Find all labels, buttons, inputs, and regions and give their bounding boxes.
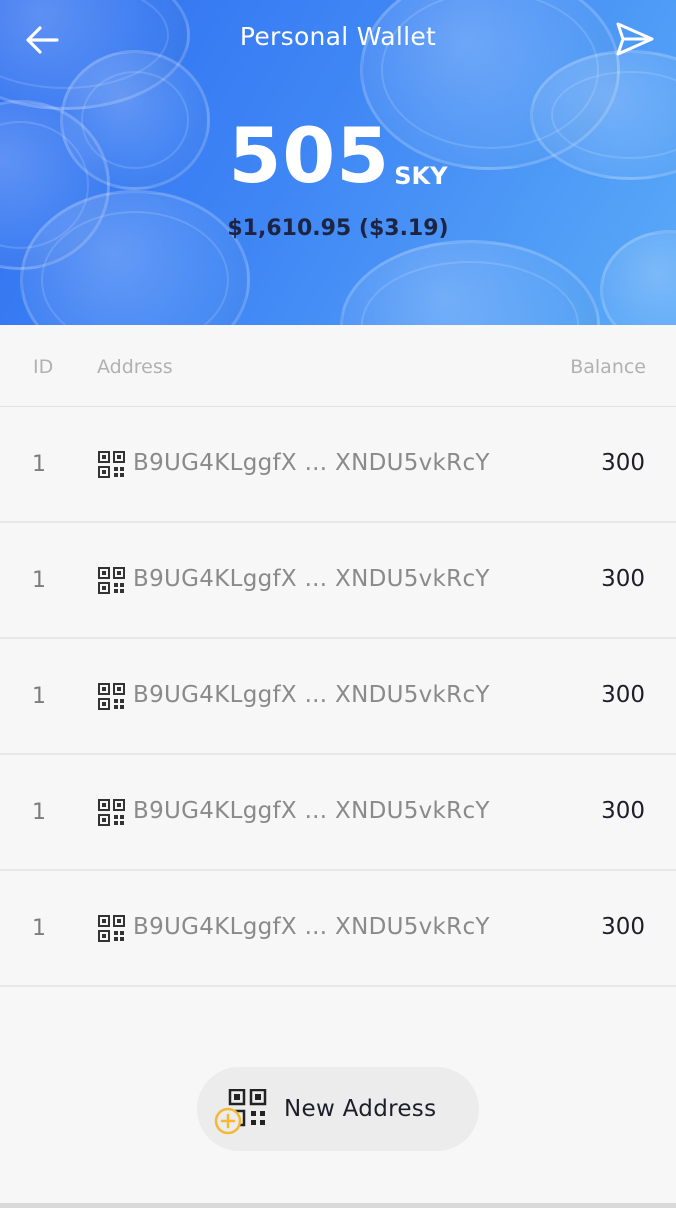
balance-unit: SKY	[394, 162, 448, 190]
new-address-button[interactable]: New Address	[197, 1067, 479, 1151]
balance-display: 505 SKY	[0, 118, 676, 194]
page-title: Personal Wallet	[239, 22, 437, 51]
qr-code-icon[interactable]	[98, 451, 125, 478]
row-address: B9UG4KLggfX ... XNDU5vkRcY	[133, 566, 490, 592]
column-header-address: Address	[97, 356, 173, 378]
row-balance: 300	[601, 450, 645, 476]
row-address: B9UG4KLggfX ... XNDU5vkRcY	[133, 914, 490, 940]
row-address: B9UG4KLggfX ... XNDU5vkRcY	[133, 798, 490, 824]
address-row[interactable]: 1 B9UG4KLggfX ... XNDU5vkRcY 300	[0, 523, 676, 639]
send-icon	[616, 22, 654, 56]
row-id: 1	[32, 800, 46, 825]
qr-code-icon[interactable]	[98, 799, 125, 826]
address-row[interactable]: 1 B9UG4KLggfX ... XNDU5vkRcY 300	[0, 755, 676, 871]
new-address-label: New Address	[284, 1096, 437, 1122]
bottom-divider	[0, 1203, 676, 1208]
address-table-header: ID Address Balance	[0, 325, 676, 407]
row-balance: 300	[601, 798, 645, 824]
row-id: 1	[32, 684, 46, 709]
coin-decoration	[600, 230, 676, 325]
balance-value: 505	[228, 111, 391, 200]
qr-code-icon[interactable]	[98, 915, 125, 942]
row-id: 1	[32, 916, 46, 941]
row-id: 1	[32, 452, 46, 477]
qr-add-icon	[214, 1089, 267, 1135]
address-row[interactable]: 1 B9UG4KLggfX ... XNDU5vkRcY 300	[0, 639, 676, 755]
column-header-id: ID	[33, 356, 54, 378]
wallet-header: Personal Wallet 505 SKY $1,610.95 ($3.19…	[0, 0, 676, 325]
column-header-balance: Balance	[570, 356, 646, 378]
row-address: B9UG4KLggfX ... XNDU5vkRcY	[133, 682, 490, 708]
wallet-screen: Personal Wallet 505 SKY $1,610.95 ($3.19…	[0, 0, 676, 1208]
row-balance: 300	[601, 682, 645, 708]
fiat-balance: $1,610.95 ($3.19)	[227, 216, 449, 241]
row-id: 1	[32, 568, 46, 593]
row-balance: 300	[601, 914, 645, 940]
send-button[interactable]	[614, 18, 656, 60]
address-row[interactable]: 1 B9UG4KLggfX ... XNDU5vkRcY 300	[0, 871, 676, 987]
address-row[interactable]: 1 B9UG4KLggfX ... XNDU5vkRcY 300	[0, 407, 676, 523]
coin-decoration	[340, 240, 600, 325]
qr-code-icon[interactable]	[98, 567, 125, 594]
qr-code-icon[interactable]	[98, 683, 125, 710]
row-address: B9UG4KLggfX ... XNDU5vkRcY	[133, 450, 490, 476]
row-balance: 300	[601, 566, 645, 592]
